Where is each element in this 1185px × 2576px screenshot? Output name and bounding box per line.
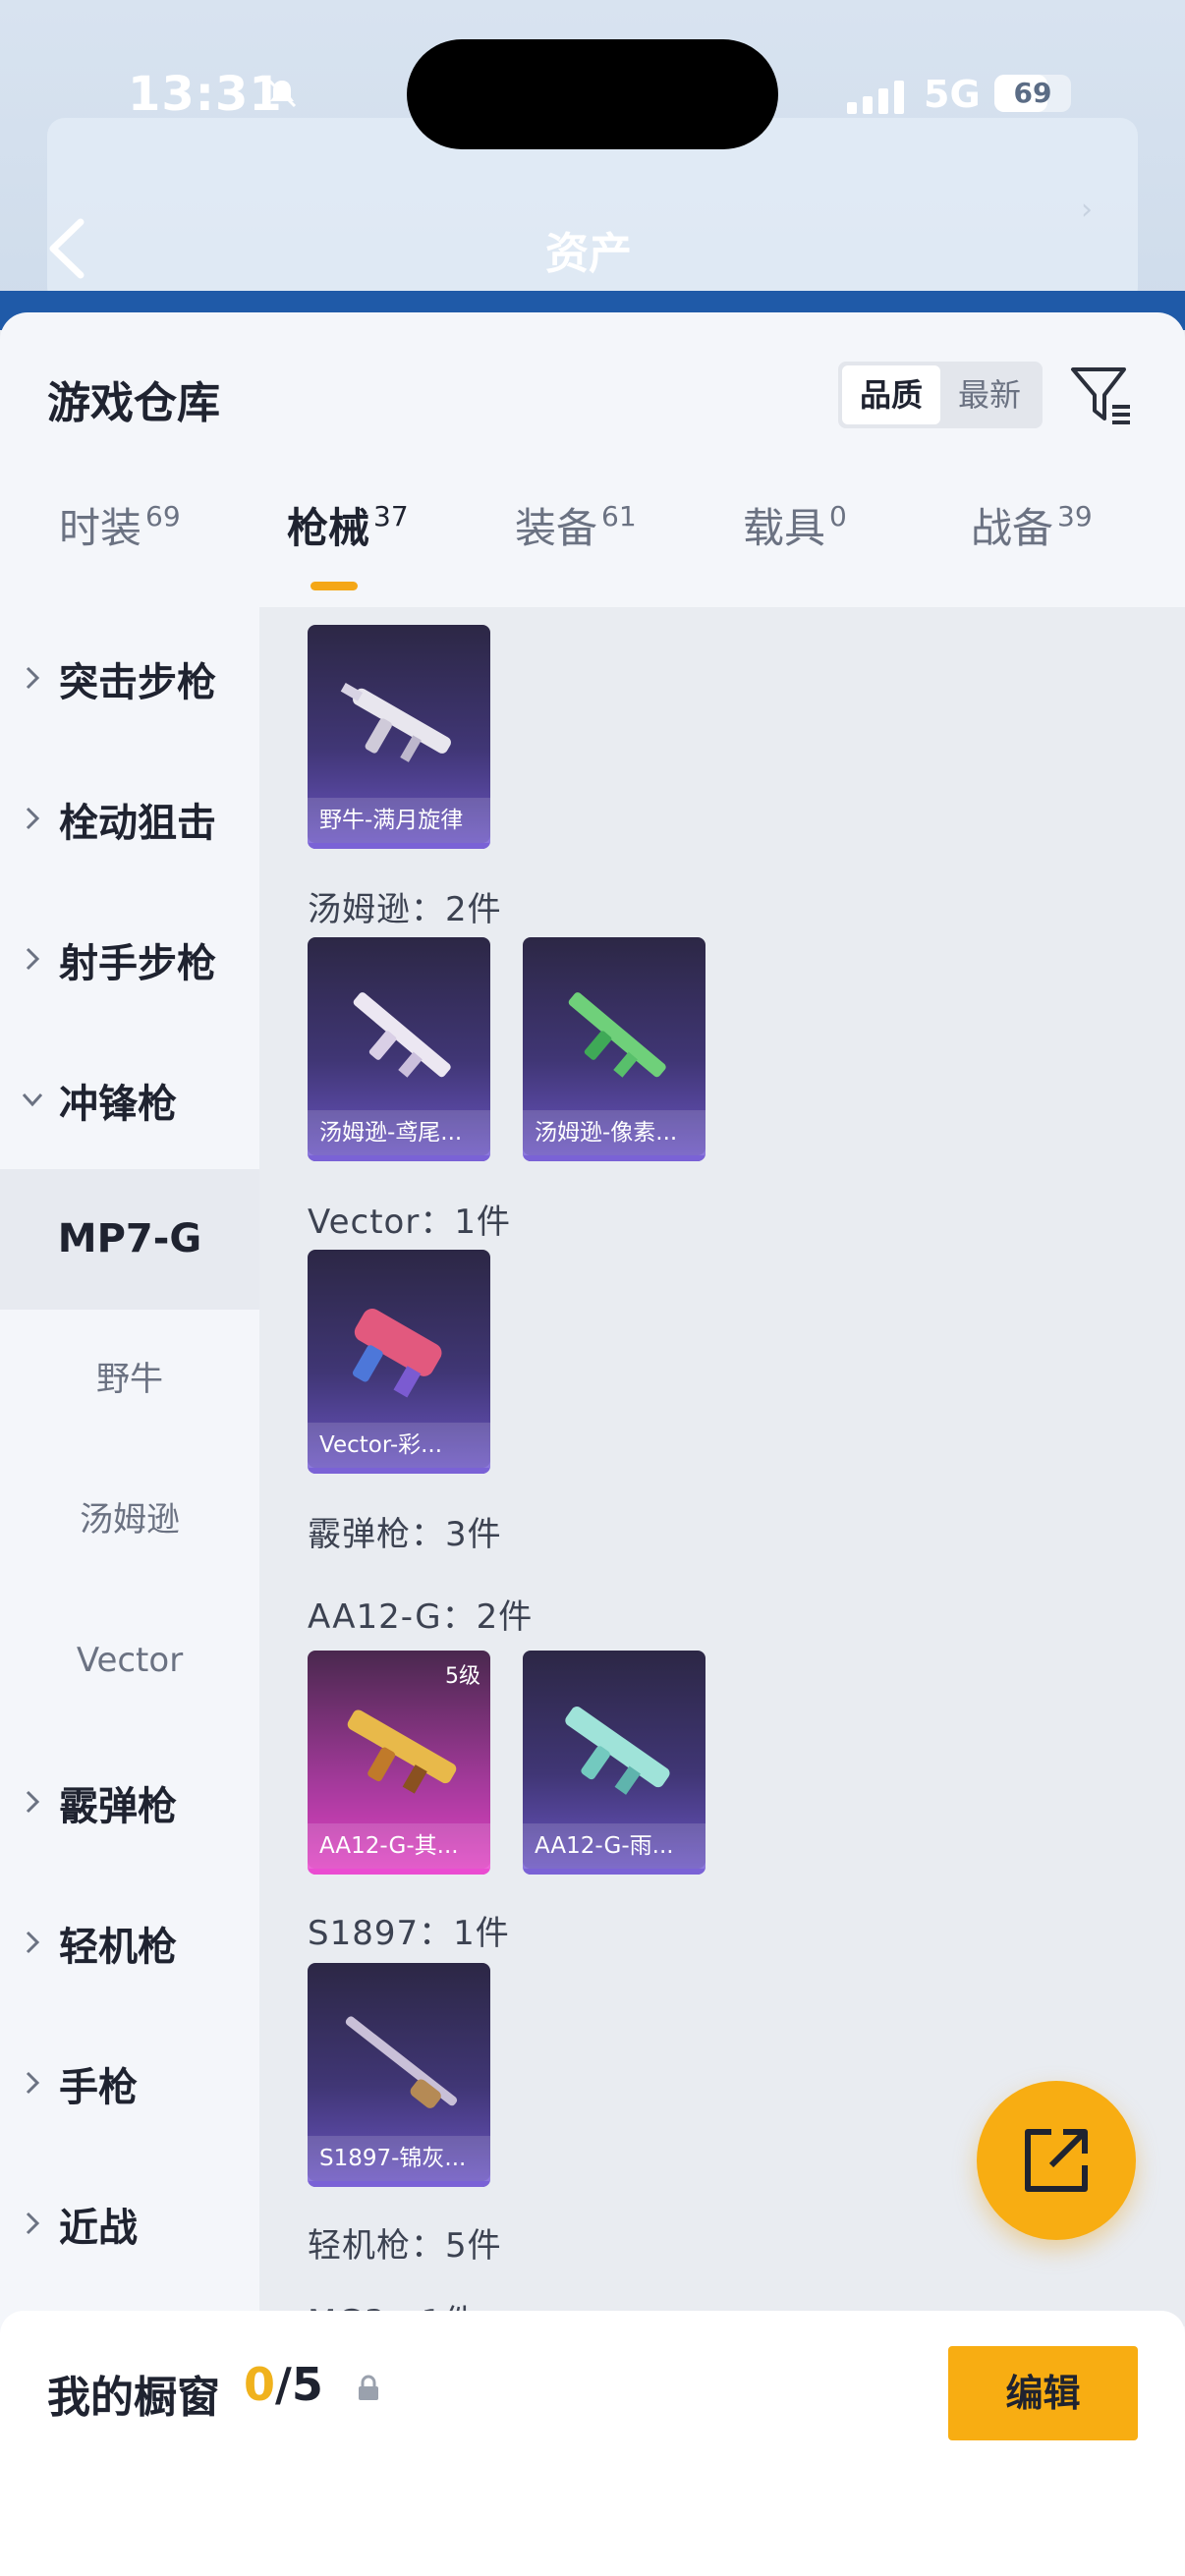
sort-toggle: 品质 最新: [838, 362, 1043, 428]
sidebar-item-smg[interactable]: 冲锋枪: [0, 1029, 259, 1169]
sidebar-item-marksman-rifle[interactable]: 射手步枪: [0, 888, 259, 1029]
warehouse-title: 游戏仓库: [47, 378, 220, 428]
group-label-aa12g: AA12-G：2件: [308, 1597, 534, 1637]
sidebar-item-melee[interactable]: 近战: [0, 2153, 259, 2293]
sidebar-item-label: 手枪: [59, 2065, 138, 2110]
lock-icon: [359, 2375, 378, 2400]
sidebar-item-shotgun[interactable]: 霰弹枪: [0, 1731, 259, 1872]
battery-level: 69: [1013, 77, 1052, 109]
tab-count: 69: [145, 500, 181, 532]
bell-muted-icon: [267, 79, 297, 108]
group-label-vector: Vector：1件: [308, 1203, 511, 1242]
weapon-skin-name: 汤姆逊-鸢尾...: [308, 1110, 490, 1155]
sidebar-item-bolt-sniper[interactable]: 栓动狙击: [0, 748, 259, 888]
category-tabs: 时装 69 枪械 37 装备 61 载具 0 战备 39: [0, 489, 1185, 607]
tab-count: 0: [829, 500, 847, 532]
sidebar-subitem-vector[interactable]: Vector: [0, 1591, 259, 1731]
weapon-skin-name: S1897-锦灰...: [308, 2136, 490, 2181]
showcase-label: 我的橱窗: [47, 2373, 220, 2423]
chevron-right-icon: [26, 1790, 40, 1814]
status-time: 13:31: [128, 67, 283, 122]
weapon-skin-card[interactable]: 野牛-满月旋律: [308, 625, 490, 849]
weapon-skin-card[interactable]: 5级 AA12-G-其...: [308, 1651, 490, 1875]
sidebar-item-pistol[interactable]: 手枪: [0, 2012, 259, 2153]
chevron-right-icon: [26, 947, 40, 971]
weapon-s1897-icon: [345, 2016, 458, 2108]
weapon-bizon-icon: [340, 682, 451, 762]
weapon-skin-card[interactable]: 汤姆逊-像素...: [523, 937, 705, 1161]
tab-count: 37: [373, 500, 409, 532]
tab-label: 战备: [971, 504, 1054, 552]
sidebar-item-label: 冲锋枪: [59, 1082, 177, 1127]
edit-button[interactable]: 编辑: [948, 2346, 1138, 2440]
weapon-thompson-pixel-icon: [568, 992, 666, 1078]
weapon-aa12g-icon: [347, 1709, 457, 1794]
group-label-shotgun: 霰弹枪：3件: [308, 1515, 502, 1554]
network-type: 5G: [924, 73, 981, 116]
weapon-skin-name: AA12-G-雨...: [523, 1823, 705, 1869]
weapon-skin-list: 野牛-满月旋律 汤姆逊：2件 汤姆逊-鸢尾... 汤姆逊-像素... Vecto…: [259, 607, 1185, 2326]
weapon-skin-card[interactable]: 汤姆逊-鸢尾...: [308, 937, 490, 1161]
signal-icon: [847, 81, 906, 114]
external-link-icon: [1025, 2129, 1088, 2192]
group-label-lmg: 轻机枪：5件: [308, 2226, 502, 2266]
sidebar-item-lmg[interactable]: 轻机枪: [0, 1872, 259, 2012]
chevron-down-icon: [22, 1092, 43, 1107]
tab-fashion[interactable]: 时装 69: [59, 489, 181, 607]
weapon-skin-name: 野牛-满月旋律: [308, 798, 490, 843]
sidebar-item-label: 霰弹枪: [59, 1784, 177, 1829]
sidebar-item-assault-rifle[interactable]: 突击步枪: [0, 607, 259, 748]
weapon-skin-card[interactable]: S1897-锦灰...: [308, 1963, 490, 2187]
group-label-thompson: 汤姆逊：2件: [308, 890, 502, 929]
showcase-count: 0/5: [244, 2358, 323, 2411]
weapon-category-sidebar: 突击步枪 栓动狙击 射手步枪 冲锋枪 MP7-G 野牛 汤姆逊 Vector 霰…: [0, 607, 259, 2326]
page-title: 资产: [545, 229, 632, 279]
chevron-right-icon: [26, 1931, 40, 1954]
sidebar-item-label: 近战: [59, 2206, 138, 2251]
tab-label: 时装: [59, 504, 142, 552]
active-tab-indicator: [310, 582, 358, 590]
chevron-right-icon: [26, 666, 40, 690]
chevron-right-icon: [26, 807, 40, 830]
share-button[interactable]: [977, 2081, 1136, 2240]
warehouse-sheet: 游戏仓库 品质 最新 时装 69 枪械 37 装备 61 载具 0 战备 39 突击步枪: [0, 312, 1185, 2576]
showcase-bar: 我的橱窗 0/5 编辑: [0, 2311, 1185, 2576]
weapon-skin-name: AA12-G-其...: [308, 1823, 490, 1869]
chevron-right-icon: [26, 2071, 40, 2095]
tab-combat-gear[interactable]: 战备 39: [971, 489, 1093, 607]
chevron-right-icon: [26, 2212, 40, 2235]
weapon-vector-icon: [352, 1309, 442, 1398]
battery-icon: 69: [994, 75, 1071, 112]
sidebar-subitem-bizon[interactable]: 野牛: [0, 1310, 259, 1450]
sidebar-item-label: 射手步枪: [59, 941, 216, 986]
sidebar-item-label: 轻机枪: [59, 1925, 177, 1970]
tab-label: 装备: [515, 504, 598, 552]
chevron-right-icon[interactable]: ›: [1081, 193, 1093, 227]
tab-count: 61: [601, 500, 637, 532]
sidebar-item-label: 栓动狙击: [59, 801, 216, 846]
filter-icon[interactable]: [1069, 362, 1134, 426]
group-label-s1897: S1897：1件: [308, 1914, 510, 1953]
sidebar-item-label: 突击步枪: [59, 660, 216, 705]
tab-label: 枪械: [287, 504, 370, 552]
weapon-thompson-icon: [353, 992, 451, 1078]
weapon-skin-card[interactable]: Vector-彩...: [308, 1250, 490, 1474]
sidebar-subitem-thompson[interactable]: 汤姆逊: [0, 1450, 259, 1591]
weapon-aa12g-rain-icon: [565, 1707, 670, 1795]
tab-vehicles[interactable]: 载具 0: [743, 489, 847, 607]
back-arrow-icon[interactable]: [43, 214, 92, 283]
weapon-skin-name: 汤姆逊-像素...: [523, 1110, 705, 1155]
showcase-total: /5: [275, 2358, 323, 2411]
tab-equipment[interactable]: 装备 61: [515, 489, 637, 607]
dynamic-island: [407, 39, 778, 149]
sidebar-subitem-mp7g[interactable]: MP7-G: [0, 1169, 259, 1310]
weapon-skin-card[interactable]: AA12-G-雨...: [523, 1651, 705, 1875]
sort-quality-button[interactable]: 品质: [842, 365, 940, 424]
sort-latest-button[interactable]: 最新: [940, 365, 1039, 424]
tab-count: 39: [1057, 500, 1093, 532]
showcase-current: 0: [244, 2358, 276, 2411]
weapon-skin-name: Vector-彩...: [308, 1423, 490, 1468]
tab-label: 载具: [743, 504, 826, 552]
